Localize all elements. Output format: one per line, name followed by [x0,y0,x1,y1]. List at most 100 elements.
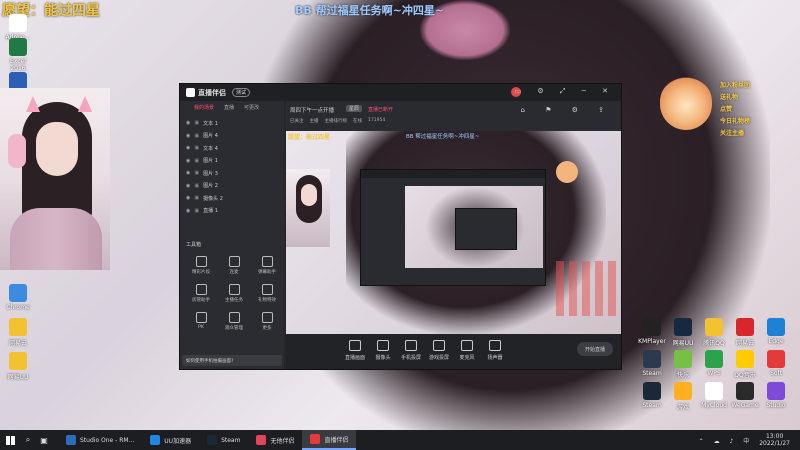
desktop-icon[interactable]: 游戏 [667,382,699,411]
tool-button[interactable]: 主播任务 [219,284,249,303]
eye-icon[interactable]: ◉ [186,183,190,189]
taskbar-app[interactable]: Steam [199,430,248,450]
desktop-icon[interactable]: 快乐 [667,350,699,379]
tool-button[interactable]: 连麦 [219,256,249,275]
eye-icon[interactable]: ◉ [186,120,190,126]
lock-icon[interactable]: ▣ [194,208,199,214]
tool-button[interactable]: 房管助手 [186,284,216,303]
header-icons[interactable]: ⌂ ⚑ ⚙ ⇪ [520,106,613,114]
desktop-icon-label: Steam [642,370,662,377]
bottom-button-label: 直播画面 [344,355,365,361]
bottom-button[interactable]: 游戏投屏 [426,340,452,361]
desktop-icon[interactable]: Excel 2016 [2,38,34,72]
lock-icon[interactable]: ▣ [194,120,199,126]
source-item[interactable]: ◉ ▣ 直播 1 [180,205,284,218]
bottom-button[interactable]: 麦克风 [454,340,480,361]
taskbar-app[interactable]: UU加速器 [142,430,199,450]
window-controls[interactable]: ▭ ⚙ ⤢ ─ ✕ [515,87,615,96]
tool-button[interactable]: 精彩片段 [186,256,216,275]
app-logo-text: 直播伴侣 [198,88,226,97]
tool-button[interactable]: 礼物特效 [252,284,282,303]
bottom-button-icon [461,340,473,351]
eye-icon[interactable]: ◉ [186,170,190,176]
start-live-button[interactable]: 开始直播 [577,342,613,356]
task-view-button[interactable]: ▣ [36,436,52,445]
room-stat: 171954 [368,118,386,123]
desktop-icon[interactable]: Studio [760,382,792,409]
bottom-button[interactable]: 摄像头 [370,340,396,361]
tool-button[interactable]: 弹幕助手 [252,256,282,275]
tab-my-scene[interactable]: 我的场景 [194,104,214,111]
tool-button[interactable]: 更多 [252,312,282,331]
desktop-icon-label: Steam [642,402,662,409]
desktop-icon[interactable]: Edge [760,318,792,345]
desktop-icon[interactable]: 网易UU [2,352,34,381]
desktop-icon[interactable]: KMPlayer [636,318,668,345]
desktop-icon[interactable]: WPS [698,350,730,377]
bottom-button[interactable]: 手机投屏 [398,340,424,361]
desktop-icon[interactable]: 网易UU [667,318,699,347]
lock-icon[interactable]: ▣ [194,145,199,151]
desktop-icon[interactable]: Soft [760,350,792,377]
lock-icon[interactable]: ▣ [194,158,199,164]
taskbar-app[interactable]: 无他伴侣 [248,430,302,450]
source-item[interactable]: ◉ ▣ 文本 4 [180,142,284,155]
bottom-button-icon [349,340,361,351]
tool-icon [261,284,273,295]
desktop-icon[interactable]: 腾讯QQ [698,318,730,347]
tool-label: 主播任务 [225,298,243,303]
source-item[interactable]: ◉ ▣ 图片 3 [180,167,284,180]
lock-icon[interactable]: ▣ [194,195,199,201]
desktop-icon[interactable]: Steam [636,350,668,377]
taskbar-app[interactable]: 直播伴侣 [302,430,357,450]
desktop-icon-label: QQ音乐 [734,372,756,379]
tab-live[interactable]: 直播 [224,104,234,111]
source-item[interactable]: ◉ ▣ 图片 4 [180,130,284,143]
source-item[interactable]: ◉ ▣ 文本 1 [180,117,284,130]
eye-icon[interactable]: ◉ [186,208,190,214]
taskbar-app[interactable]: Studio One - RM... [58,430,142,450]
desktop-icon[interactable]: 网易云 [2,318,34,347]
tool-button[interactable]: 观众管理 [219,312,249,331]
eye-icon[interactable]: ◉ [186,133,190,139]
clock[interactable]: 13:00 2022/1/27 [759,433,790,447]
nested-preview [405,186,543,268]
live-companion-window[interactable]: 直播伴侣 测试 ▭ ⚙ ⤢ ─ ✕ 我的场景 直播 可更改 ◉ ▣ 文本 1 ◉ ▣ 图片… [179,83,622,370]
source-item[interactable]: ◉ ▣ 摄像头 2 [180,192,284,205]
lock-icon[interactable]: ▣ [194,170,199,176]
app-titlebar: 直播伴侣 测试 ▭ ⚙ ⤢ ─ ✕ [180,84,621,101]
eye-icon[interactable]: ◉ [186,145,190,151]
nested-inner-window [455,208,517,250]
desktop-icon[interactable]: Steam [636,382,668,409]
desktop-icon[interactable]: QQ音乐 [729,350,761,379]
tray-icons[interactable]: ⌃ ☁ ♪ 中 [699,436,754,445]
taskbar-app-icon [150,435,161,445]
bottom-button[interactable]: 直播画面 [342,340,368,361]
desktop-icon-label: 网易UU [7,374,29,381]
source-label: 图片 4 [203,133,218,140]
room-tag: 星辰 [346,105,363,112]
desktop-icon[interactable]: Chrome [2,284,34,311]
eye-icon[interactable]: ◉ [186,158,190,164]
tab-editable[interactable]: 可更改 [244,104,259,111]
search-button[interactable]: ⌕ [20,435,36,445]
desktop-icon[interactable]: MyCloud [698,382,730,409]
tool-button[interactable]: PK [186,312,216,330]
eye-icon[interactable]: ◉ [186,195,190,201]
app-logo-icon [186,88,195,97]
app-icon [9,284,27,302]
start-button[interactable] [0,430,20,450]
app-icon [674,382,692,400]
clock-time: 13:00 [765,433,784,440]
preview-cam-face [301,184,317,206]
stream-preview[interactable]: 愿望：能过四星 BB 帮过福星任务啊~冲四星~ [286,131,621,334]
desktop-icon[interactable]: Adobe... [2,14,34,41]
notice-bar[interactable]: 如何使用手机拍摄画面? [182,355,282,366]
desktop-icon[interactable]: 网易云 [729,318,761,347]
desktop-icon[interactable]: WeGame [729,382,761,409]
lock-icon[interactable]: ▣ [194,183,199,189]
source-item[interactable]: ◉ ▣ 图片 2 [180,180,284,193]
lock-icon[interactable]: ▣ [194,133,199,139]
source-item[interactable]: ◉ ▣ 图片 1 [180,155,284,168]
bottom-button[interactable]: 扬声器 [482,340,508,361]
